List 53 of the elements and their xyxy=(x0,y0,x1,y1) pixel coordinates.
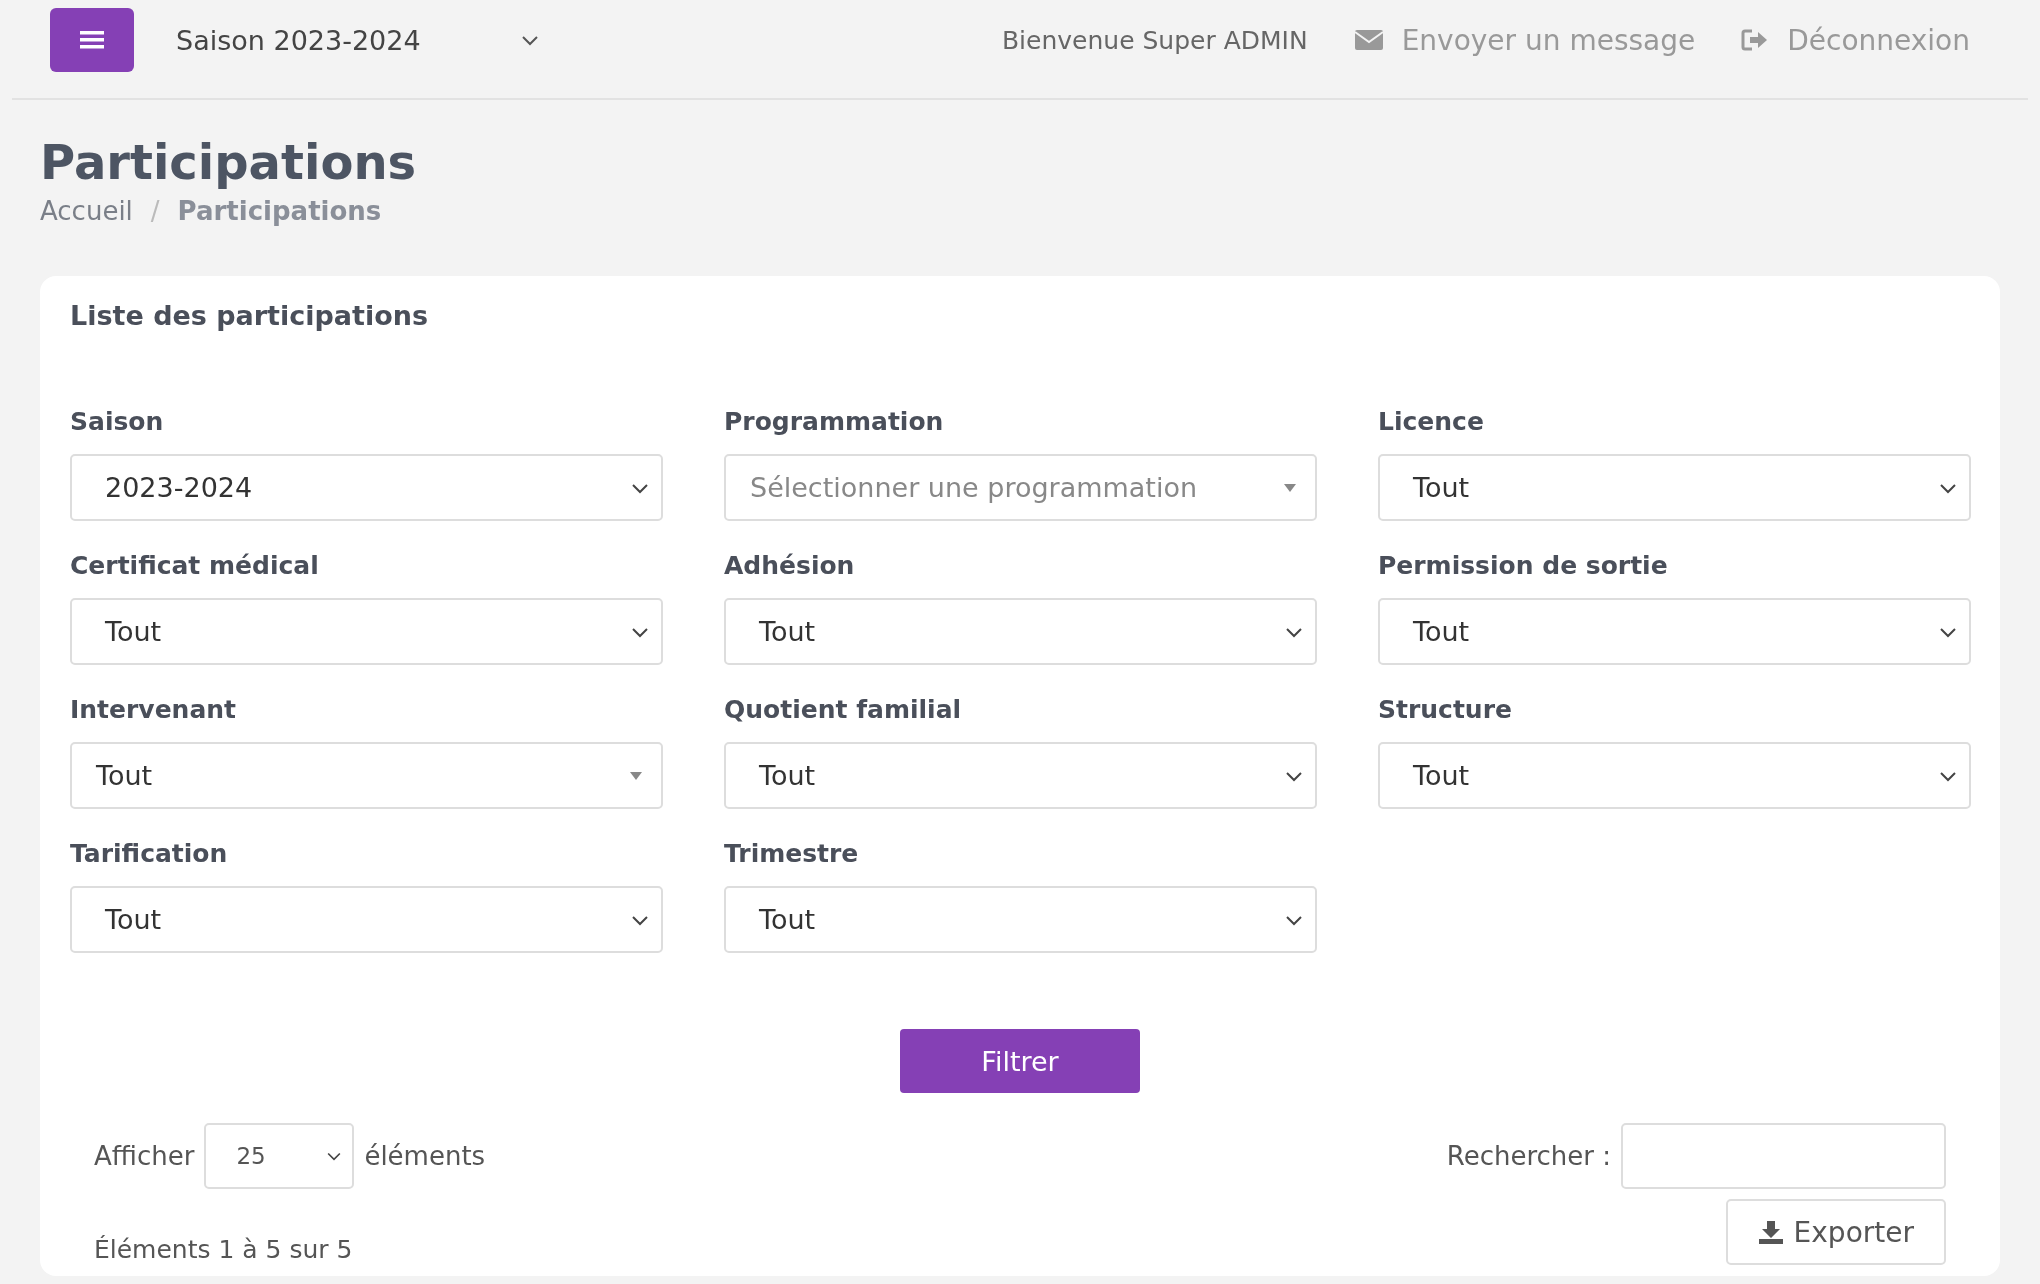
select-field[interactable]: Tout xyxy=(1378,742,1971,809)
field-label: Licence xyxy=(1378,407,1485,436)
page-size-select[interactable]: 25 xyxy=(204,1123,355,1189)
select-field[interactable]: Tout xyxy=(724,742,1317,809)
breadcrumb-separator: / xyxy=(150,196,160,226)
envelope-icon xyxy=(1353,29,1384,51)
chevron-down-icon xyxy=(326,1151,343,1161)
season-dropdown[interactable]: Saison 2023-2024 xyxy=(176,8,539,72)
select-field[interactable]: Tout xyxy=(724,886,1317,953)
search-label: Rechercher : xyxy=(1446,1141,1611,1171)
chevron-down-icon xyxy=(520,34,539,46)
card-title: Liste des participations xyxy=(70,299,430,331)
chevron-down-icon xyxy=(1939,625,1957,638)
chevron-down-icon xyxy=(1939,481,1957,494)
entries-label: éléments xyxy=(364,1141,486,1171)
select-field[interactable]: Tout xyxy=(1378,598,1971,665)
field-label: Intervenant xyxy=(70,695,237,724)
field-label: Tarification xyxy=(70,839,229,868)
select-field[interactable]: Tout xyxy=(724,598,1317,665)
triangle-down-icon xyxy=(1283,482,1297,493)
chevron-down-icon xyxy=(1285,625,1303,638)
table-info: Éléments 1 à 5 sur 5 xyxy=(94,1234,353,1264)
triangle-down-icon xyxy=(629,770,643,781)
select-field[interactable]: Sélectionner une programmation xyxy=(724,454,1317,521)
menu-icon xyxy=(79,29,105,51)
field-label: Trimestre xyxy=(724,839,860,868)
chevron-down-icon xyxy=(631,481,649,494)
menu-button[interactable] xyxy=(50,8,134,72)
field-label: Adhésion xyxy=(724,551,856,580)
chevron-down-icon xyxy=(631,625,649,638)
download-icon xyxy=(1757,1220,1784,1244)
chevron-down-icon xyxy=(1939,769,1957,782)
chevron-down-icon xyxy=(1285,913,1303,926)
page-title: Participations xyxy=(40,134,418,190)
select-field[interactable]: 2023-2024 xyxy=(70,454,663,521)
field-label: Certificat médical xyxy=(70,551,320,580)
field-label: Quotient familial xyxy=(724,695,963,724)
breadcrumb-link[interactable]: Accueil xyxy=(40,196,133,226)
select-field[interactable]: Tout xyxy=(70,742,663,809)
field-label: Structure xyxy=(1378,695,1513,724)
show-label: Afficher xyxy=(94,1141,195,1171)
field-label: Permission de sortie xyxy=(1378,551,1669,580)
select-field[interactable]: Tout xyxy=(70,886,663,953)
chevron-down-icon xyxy=(1285,769,1303,782)
export-button[interactable]: Exporter xyxy=(1725,1199,1946,1265)
select-field[interactable]: Tout xyxy=(70,598,663,665)
field-label: Programmation xyxy=(724,407,945,436)
chevron-down-icon xyxy=(631,913,649,926)
search-field[interactable] xyxy=(1621,1123,1946,1189)
welcome-text: Bienvenue Super ADMIN xyxy=(1001,24,1308,57)
select-field[interactable]: Tout xyxy=(1378,454,1971,521)
filter-button[interactable]: Filtrer xyxy=(900,1029,1140,1093)
field-label: Saison xyxy=(70,407,165,436)
